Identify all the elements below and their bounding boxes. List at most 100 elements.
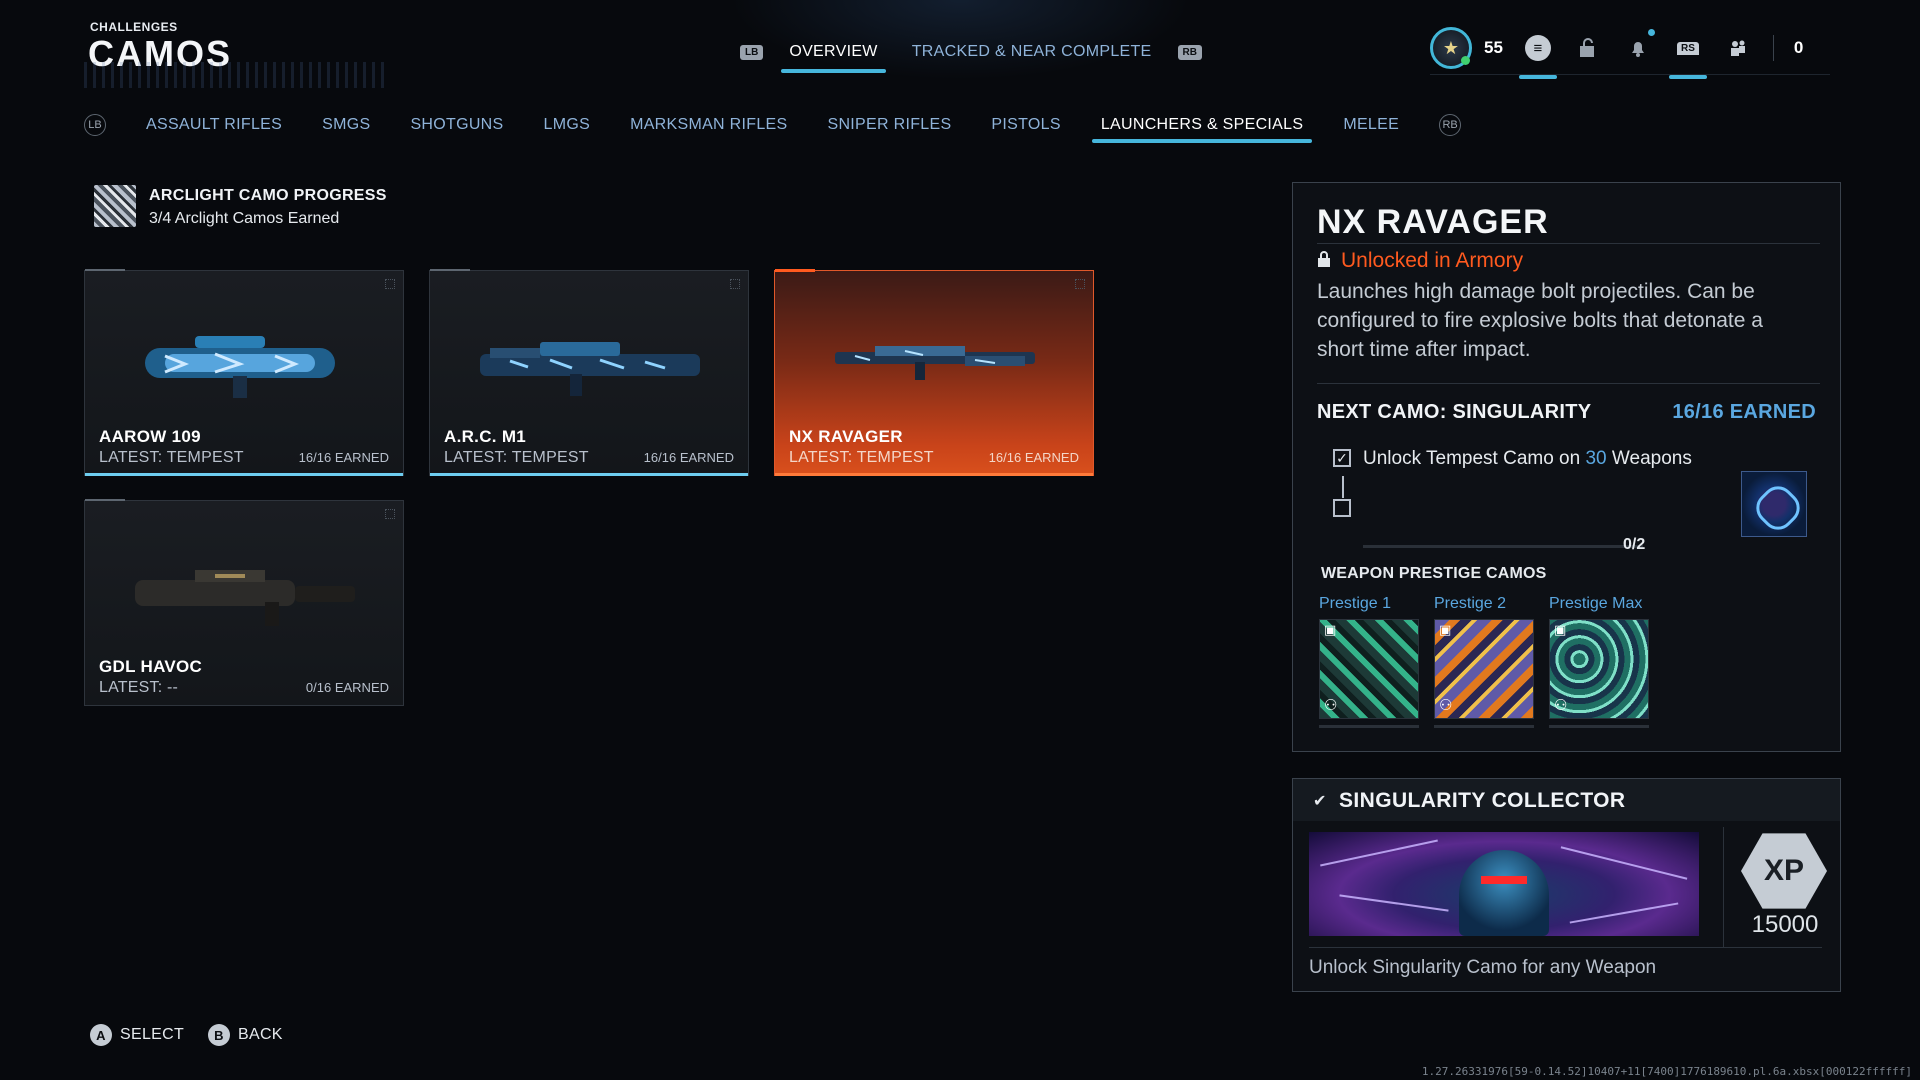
party-icon[interactable] <box>1723 33 1753 63</box>
task-checkbox-checked: ✓ <box>1333 449 1351 467</box>
collector-description: Unlock Singularity Camo for any Weapon <box>1309 957 1657 978</box>
hud-bar: ★ 55 ≡ RS 0 <box>1430 26 1803 79</box>
weapon-latest-camo: LATEST: TEMPEST <box>99 449 244 466</box>
collector-divider <box>1723 827 1724 947</box>
tab-marksman-rifles[interactable]: MARKSMAN RIFLES <box>630 116 787 134</box>
singularity-camo-thumbnail <box>1741 471 1807 537</box>
tab-lmgs[interactable]: LMGS <box>544 116 591 134</box>
weapon-name: AAROW 109 <box>99 427 201 446</box>
card-corner-icon <box>730 279 740 289</box>
lock-icon <box>1317 251 1331 270</box>
rank-icon[interactable]: ★ <box>1430 27 1472 69</box>
select-label: SELECT <box>120 1026 185 1043</box>
menu-icon[interactable]: ≡ <box>1518 33 1557 79</box>
prestige-max-tile: ▣ ⚇ <box>1549 619 1649 719</box>
card-corner-icon <box>385 509 395 519</box>
tab-launchers-specials[interactable]: LAUNCHERS & SPECIALS <box>1091 116 1312 143</box>
prestige-glyph-icon: ⚇ <box>1554 697 1568 714</box>
weapon-name: A.R.C. M1 <box>444 427 527 446</box>
prestige-camo-max[interactable]: Prestige Max ▣ ⚇ <box>1549 595 1649 728</box>
prestige-progress-bar <box>1319 725 1419 728</box>
prestige-progress-bar <box>1434 725 1534 728</box>
weapon-progress-bar <box>775 473 1093 476</box>
lb-button-icon[interactable]: LB <box>740 44 764 60</box>
collector-title: SINGULARITY COLLECTOR <box>1339 789 1626 812</box>
prestige-label: Prestige 2 <box>1434 595 1507 612</box>
weapon-card-arc-m1[interactable]: A.R.C. M1 LATEST: TEMPEST 16/16 EARNED <box>429 269 749 476</box>
prestige-glyph-icon: ⚇ <box>1324 697 1338 714</box>
character-figure <box>1459 850 1549 936</box>
next-camo-title: NEXT CAMO: SINGULARITY <box>1317 401 1592 423</box>
hud-separator <box>1772 35 1774 61</box>
weapon-name: GDL HAVOC <box>99 657 203 676</box>
notification-dot <box>1647 29 1655 36</box>
next-camo-count: 16/16 EARNED <box>1672 401 1816 423</box>
weapon-name: NX RAVAGER <box>789 427 903 446</box>
rs-button-icon: RS <box>1676 41 1699 55</box>
section-divider <box>1317 383 1820 384</box>
card-corner-icon <box>1075 279 1085 289</box>
tab-shotguns[interactable]: SHOTGUNS <box>410 116 503 134</box>
select-button[interactable]: A SELECT <box>90 1024 184 1046</box>
collector-header: ✔ SINGULARITY COLLECTOR <box>1293 779 1840 821</box>
card-corner-icon <box>385 279 395 289</box>
tab-tracked-near-complete[interactable]: TRACKED & NEAR COMPLETE <box>904 37 1160 67</box>
weapon-earned-count: 16/16 EARNED <box>643 450 734 465</box>
character-visor <box>1481 876 1527 884</box>
collector-separator <box>1309 947 1822 948</box>
lock-icon: ▣ <box>1324 622 1337 637</box>
weapon-card-nx-ravager[interactable]: NX RAVAGER LATEST: TEMPEST 16/16 EARNED <box>774 269 1094 476</box>
rb-button-icon[interactable]: RB <box>1177 44 1202 60</box>
prestige-label: Prestige Max <box>1549 595 1643 612</box>
weapon-progress-bar <box>430 473 748 476</box>
task-progress-bar <box>1363 545 1643 548</box>
unlock-status: Unlocked in Armory <box>1341 249 1524 272</box>
social-icon[interactable]: RS <box>1668 33 1707 79</box>
weapon-card-aarow-109[interactable]: AAROW 109 LATEST: TEMPEST 16/16 EARNED <box>84 269 404 476</box>
rb-nav-icon[interactable]: RB <box>1439 114 1462 136</box>
task-checkbox-empty <box>1333 499 1351 517</box>
prestige-camo-1[interactable]: Prestige 1 ▣ ⚇ <box>1319 595 1419 728</box>
a-button-icon: A <box>90 1024 112 1046</box>
weapon-latest-camo: LATEST: TEMPEST <box>444 449 589 466</box>
xp-badge-icon: XP <box>1741 833 1827 909</box>
weapon-earned-count: 16/16 EARNED <box>298 450 389 465</box>
prestige-heading: WEAPON PRESTIGE CAMOS <box>1321 565 1547 582</box>
back-label: BACK <box>238 1026 283 1043</box>
build-version: 1.27.26331976[59-0.14.52]10407+11[7400]1… <box>1421 1065 1912 1078</box>
back-button[interactable]: B BACK <box>208 1024 283 1046</box>
b-button-icon: B <box>208 1024 230 1046</box>
task-description: Unlock Tempest Camo on 30 Weapons <box>1363 448 1692 469</box>
singularity-collector-panel[interactable]: ✔ SINGULARITY COLLECTOR XP 15000 Unlock … <box>1292 778 1841 992</box>
weapon-card-gdl-havoc[interactable]: GDL HAVOC LATEST: -- 0/16 EARNED <box>84 499 404 706</box>
weapon-earned-count: 16/16 EARNED <box>988 450 1079 465</box>
task-number: 30 <box>1585 448 1607 469</box>
tab-smgs[interactable]: SMGS <box>322 116 370 134</box>
weapon-arc-m1-image <box>480 342 700 396</box>
weapon-nx-ravager-image <box>835 346 1035 380</box>
lb-nav-icon[interactable]: LB <box>84 114 106 136</box>
header-subtitle: CHALLENGES <box>90 20 178 34</box>
detail-weapon-title: NX RAVAGER <box>1317 203 1549 241</box>
tab-melee[interactable]: MELEE <box>1343 116 1399 134</box>
locker-icon[interactable] <box>1573 33 1603 63</box>
notification-icon[interactable] <box>1623 29 1655 63</box>
tab-sniper-rifles[interactable]: SNIPER RIFLES <box>827 116 951 134</box>
tab-assault-rifles[interactable]: ASSAULT RIFLES <box>146 116 282 134</box>
weapon-earned-count: 0/16 EARNED <box>305 680 389 695</box>
task-progress-count: 0/2 <box>1623 536 1646 553</box>
header-decoration <box>84 62 384 88</box>
top-tabs: LB OVERVIEW TRACKED & NEAR COMPLETE RB <box>740 34 1202 73</box>
player-level: 55 <box>1484 38 1503 57</box>
arclight-progress-title: ARCLIGHT CAMO PROGRESS <box>149 187 387 204</box>
lock-icon: ▣ <box>1554 622 1567 637</box>
prestige-2-tile: ▣ ⚇ <box>1434 619 1534 719</box>
hud-divider <box>1430 74 1830 75</box>
prestige-camo-2[interactable]: Prestige 2 ▣ ⚇ <box>1434 595 1534 728</box>
tab-pistols[interactable]: PISTOLS <box>991 116 1060 134</box>
tab-overview[interactable]: OVERVIEW <box>781 37 887 73</box>
task-connector <box>1342 476 1344 498</box>
weapon-aarow-109-image <box>145 336 335 398</box>
weapon-latest-camo: LATEST: TEMPEST <box>789 449 934 466</box>
category-tabs: LB ASSAULT RIFLES SMGS SHOTGUNS LMGS MAR… <box>84 110 1462 143</box>
